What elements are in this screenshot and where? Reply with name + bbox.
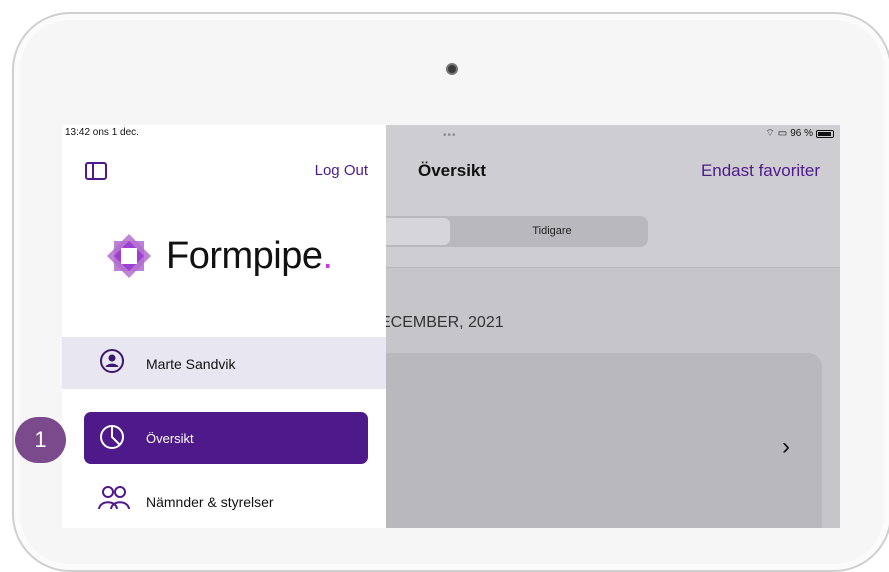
sidebar-item-namnder[interactable]: Nämnder & styrelser [84, 475, 368, 523]
favorites-only-link[interactable]: Endast favoriter [701, 161, 820, 181]
formpipe-logo: Formpipe. [106, 233, 333, 279]
formpipe-logo-mark-icon [106, 233, 152, 279]
logo-dot: . [322, 234, 334, 277]
wifi-icon: ⌔ [765, 128, 775, 139]
screen-mirror-icon: ▭ [777, 128, 788, 139]
chevron-right-icon[interactable]: › [782, 433, 790, 461]
sidebar: 13:42 ons 1 dec. Log Out Formpipe. Marte… [62, 125, 386, 528]
logo-text: Formpipe [166, 234, 323, 277]
camera-icon [446, 63, 458, 75]
logo-wordmark: Formpipe. [166, 235, 333, 278]
status-indicators: ⌔ ▭ 96 % [765, 127, 834, 140]
month-header: ECEMBER, 2021 [380, 314, 504, 331]
ipad-screen: ••• ⌔ ▭ 96 % Översikt Endast favoriter T… [62, 125, 840, 528]
user-name: Marte Sandvik [146, 356, 236, 372]
segment-previous[interactable]: Tidigare [462, 225, 642, 237]
sidebar-item-label: Översikt [146, 431, 194, 446]
battery-icon [816, 129, 834, 138]
meeting-card[interactable] [362, 353, 822, 528]
pie-chart-icon [98, 423, 126, 451]
sidebar-toggle-icon[interactable] [85, 162, 107, 180]
segmented-control: Tidigare [362, 216, 648, 247]
page-title: Översikt [418, 161, 487, 180]
battery-percent: 96 % [790, 128, 813, 139]
people-icon [98, 485, 130, 511]
user-profile-item[interactable]: Marte Sandvik [62, 337, 386, 389]
status-time: 13:42 ons 1 dec. [65, 127, 139, 138]
step-number-badge: 1 [15, 417, 66, 463]
user-avatar-icon [100, 349, 124, 373]
logout-button[interactable]: Log Out [315, 162, 368, 179]
multitasking-dots[interactable]: ••• [443, 130, 457, 141]
sidebar-item-oversikt[interactable]: Översikt [84, 412, 368, 464]
sidebar-item-label: Nämnder & styrelser [146, 494, 274, 510]
